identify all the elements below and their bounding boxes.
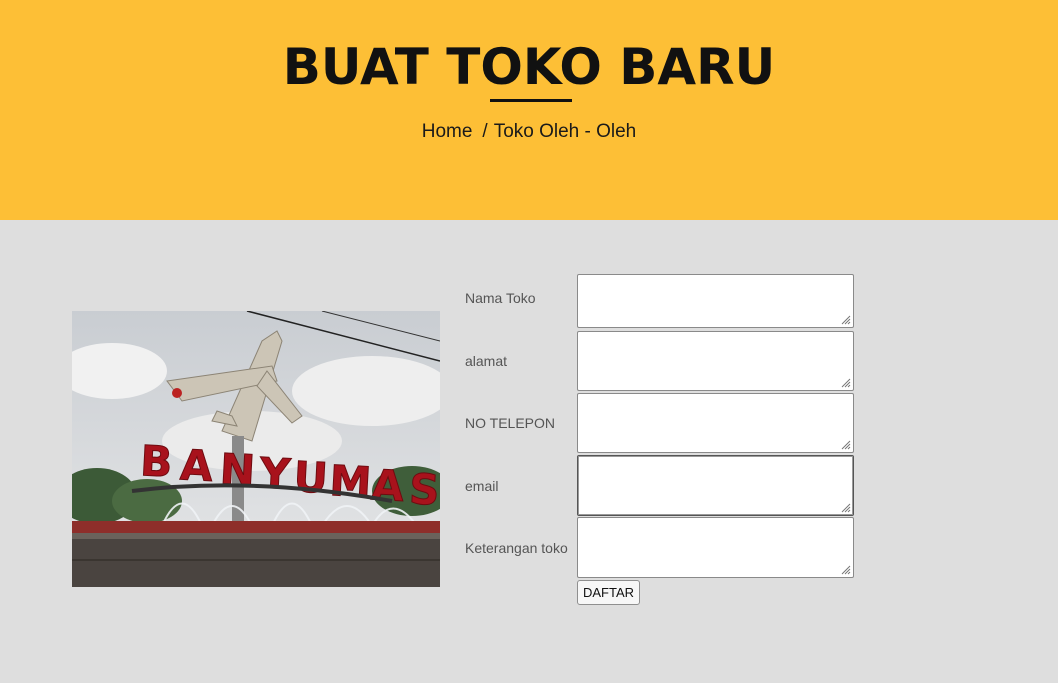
- page-title: BUAT TOKO BARU: [282, 38, 776, 96]
- resize-grip-icon[interactable]: [841, 440, 851, 450]
- svg-text:Y: Y: [258, 448, 293, 499]
- svg-text:A: A: [179, 440, 215, 491]
- svg-text:B: B: [139, 436, 174, 487]
- svg-text:S: S: [408, 464, 440, 515]
- no-telepon-field[interactable]: [577, 393, 854, 453]
- svg-text:A: A: [370, 460, 406, 511]
- title-underline: [490, 99, 572, 102]
- breadcrumb-separator: /: [482, 121, 488, 142]
- nama-toko-label: Nama Toko: [465, 290, 536, 306]
- svg-text:M: M: [328, 456, 372, 507]
- main-content: B A N Y U M A S Nama Toko alamat NO TELE…: [0, 220, 1058, 683]
- email-field[interactable]: [577, 455, 854, 516]
- resize-grip-icon[interactable]: [841, 503, 851, 513]
- breadcrumb: Home / Toko Oleh - Oleh: [0, 121, 1058, 143]
- svg-text:U: U: [292, 452, 329, 503]
- breadcrumb-current: Toko Oleh - Oleh: [493, 121, 637, 142]
- keterangan-toko-label: Keterangan toko: [465, 540, 568, 556]
- resize-grip-icon[interactable]: [841, 315, 851, 325]
- alamat-label: alamat: [465, 353, 508, 369]
- breadcrumb-home[interactable]: Home: [422, 121, 473, 142]
- nama-toko-field[interactable]: [577, 274, 854, 328]
- resize-grip-icon[interactable]: [841, 565, 851, 575]
- resize-grip-icon[interactable]: [841, 378, 851, 388]
- alamat-field[interactable]: [577, 331, 854, 391]
- keterangan-toko-field[interactable]: [577, 517, 854, 578]
- email-label: email: [465, 478, 499, 494]
- daftar-button[interactable]: DAFTAR: [577, 580, 641, 605]
- no-telepon-label: NO TELEPON: [465, 415, 555, 431]
- banyumas-photo: B A N Y U M A S: [72, 311, 440, 587]
- page-header: BUAT TOKO BARU Home / Toko Oleh - Oleh: [0, 0, 1058, 220]
